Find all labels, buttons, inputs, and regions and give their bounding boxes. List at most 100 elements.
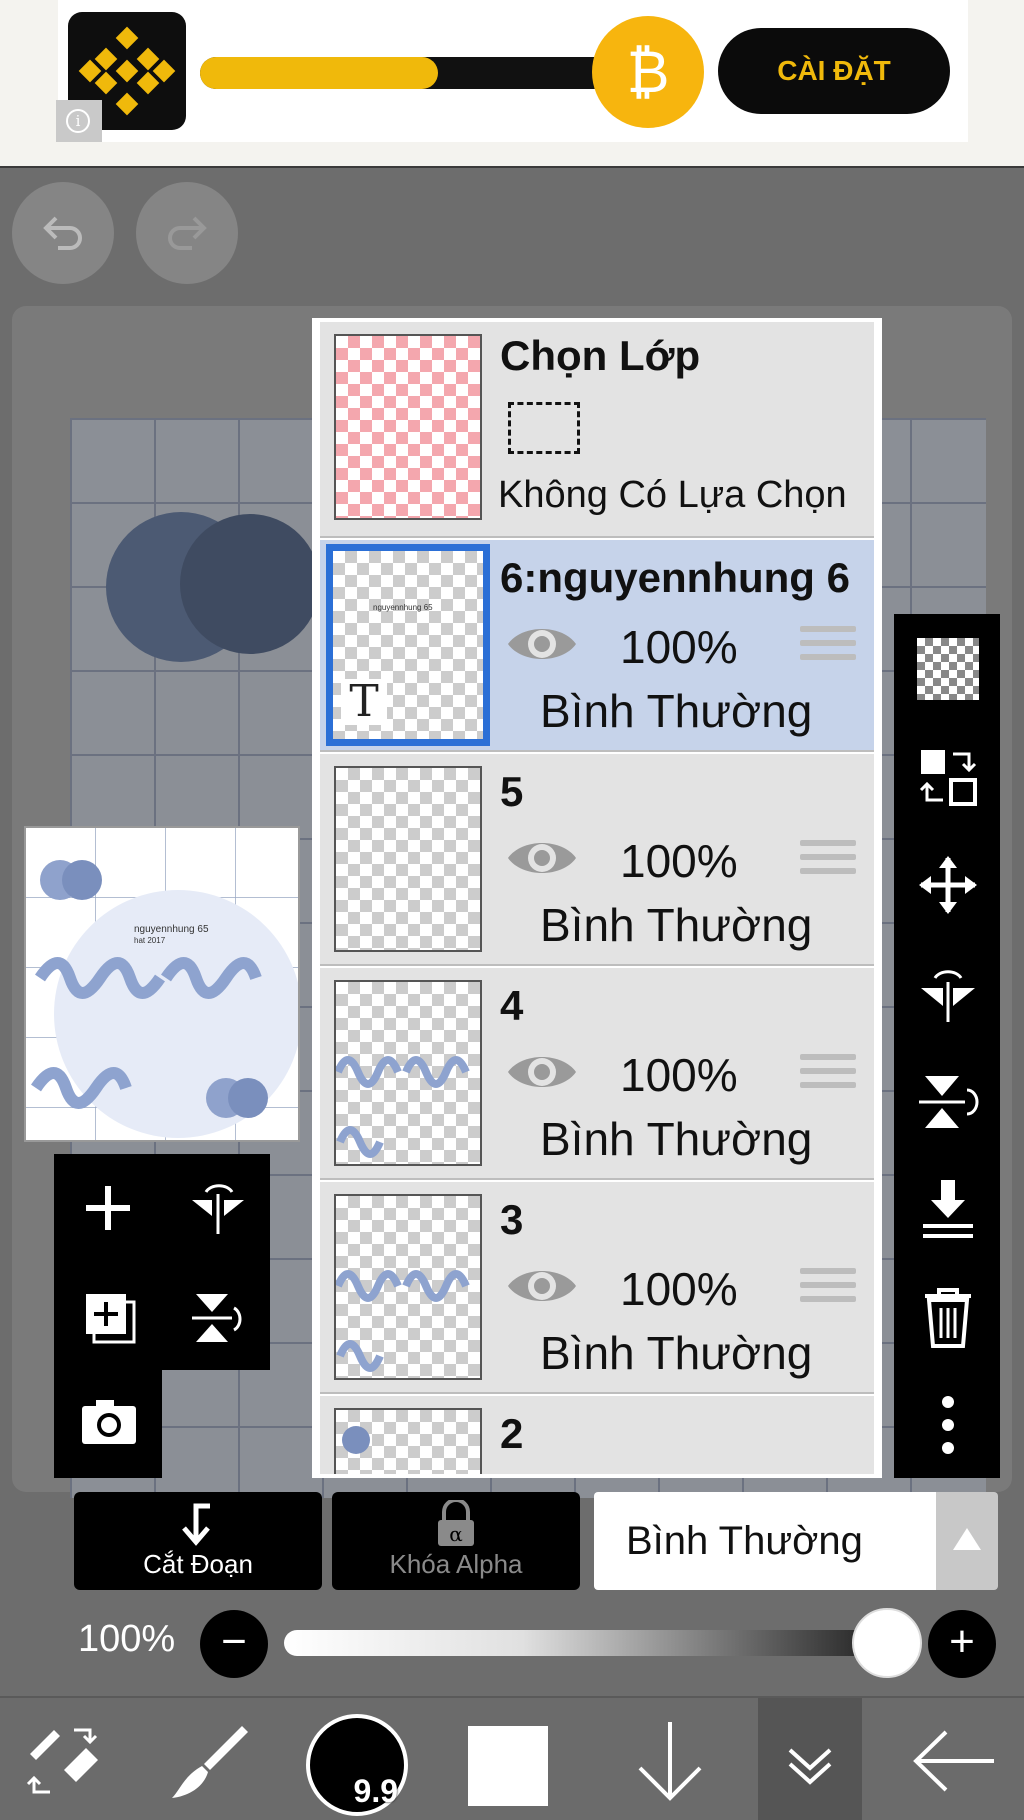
selection-layer[interactable]: Chọn Lớp Không Có Lựa Chọn: [320, 322, 874, 538]
color-swatch[interactable]: [468, 1726, 548, 1806]
layer-thumbnail: nguyennhung 65 T: [326, 544, 490, 746]
clip-arrow-icon: [182, 1503, 210, 1546]
eye-icon[interactable]: [504, 1046, 580, 1103]
drag-handle-icon[interactable]: [800, 1054, 856, 1096]
more-vertical-icon: [942, 1396, 954, 1454]
alpha-lock-label: Khóa Alpha: [389, 1549, 523, 1579]
drag-handle-icon[interactable]: [800, 626, 856, 668]
layer-name: 4: [500, 982, 524, 1029]
opacity-decrease-button[interactable]: −: [200, 1610, 268, 1678]
brush-eraser-swap-icon: [26, 1728, 98, 1794]
flip-horizontal-button[interactable]: [162, 1154, 270, 1262]
plus-icon: [86, 1186, 130, 1230]
camera-button[interactable]: [54, 1370, 162, 1478]
app-root: i ₿ CÀI ĐẶT nguyennhung 65 hat 2017 Chọn…: [0, 0, 1024, 1820]
eye-icon[interactable]: [504, 832, 580, 889]
ad-content[interactable]: i ₿ CÀI ĐẶT: [56, 0, 968, 142]
swap-icon: [919, 750, 977, 806]
layer-row[interactable]: 4 100% Bình Thường: [320, 968, 874, 1180]
layer-name: 5: [500, 768, 524, 815]
camera-panel: [54, 1370, 162, 1478]
svg-text:α: α: [449, 1522, 463, 1546]
eye-icon[interactable]: [504, 618, 580, 675]
layer-row[interactable]: nguyennhung 65 T 6:nguyennhung 6 100% Bình T…: [320, 540, 874, 752]
navigator-preview[interactable]: nguyennhung 65 hat 2017: [24, 826, 300, 1142]
transparency-button[interactable]: [894, 614, 1000, 722]
layer-opacity: 100%: [620, 1263, 738, 1315]
install-button[interactable]: CÀI ĐẶT: [718, 28, 950, 114]
arrow-down-icon: [638, 1722, 702, 1801]
canvas-circle: [180, 514, 320, 654]
layer-opacity: 100%: [620, 1049, 738, 1101]
layer-blend-mode: Bình Thường: [540, 1113, 813, 1165]
bitcoin-icon: ₿: [592, 16, 704, 128]
flip-vertical-icon: [919, 1076, 979, 1128]
blend-mode-select[interactable]: Bình Thường: [594, 1492, 936, 1590]
back-button[interactable]: [910, 1698, 1010, 1820]
flip-horizontal-icon: [192, 1184, 244, 1234]
bottom-toolbar: 9.9: [0, 1696, 1024, 1820]
camera-icon: [82, 1400, 136, 1444]
drag-handle-icon[interactable]: [800, 1268, 856, 1310]
add-layer-button[interactable]: [54, 1154, 162, 1262]
opacity-increase-button[interactable]: +: [928, 1610, 996, 1678]
layer-name: 2: [500, 1410, 524, 1457]
down-arrow-button[interactable]: [620, 1698, 720, 1820]
layer-list-panel[interactable]: Chọn Lớp Không Có Lựa Chọn nguyennhung 6…: [312, 318, 882, 1478]
clipping-label: Cắt Đoạn: [143, 1549, 253, 1579]
layer-blend-mode: Bình Thường: [540, 899, 813, 951]
swap-layer-button[interactable]: [894, 722, 1000, 830]
layer-row[interactable]: 3 100% Bình Thường: [320, 1182, 874, 1394]
arrow-left-icon: [913, 1730, 994, 1792]
flip-vertical-button[interactable]: [162, 1262, 270, 1370]
layer-opacity: 100%: [620, 835, 738, 887]
eye-icon[interactable]: [504, 1474, 580, 1478]
layer-blend-mode: Bình Thường: [540, 1327, 813, 1379]
layer-row[interactable]: 5 100% Bình Thường: [320, 754, 874, 966]
move-icon: [919, 856, 977, 914]
clipping-button[interactable]: Cắt Đoạn: [74, 1492, 322, 1590]
layer-name: 6:nguyennhung 6: [500, 554, 850, 601]
brush-icon: [172, 1726, 248, 1798]
redo-button[interactable]: [136, 182, 238, 284]
ad-info-icon[interactable]: i: [56, 100, 102, 142]
opacity-label: 100%: [78, 1618, 176, 1660]
merge-down-icon: [923, 1180, 973, 1238]
alpha-lock-button[interactable]: α Khóa Alpha: [332, 1492, 580, 1590]
ad-progress-fill: [200, 57, 438, 89]
eye-icon[interactable]: [504, 1260, 580, 1317]
tool-switch-button[interactable]: [20, 1698, 110, 1820]
flip-vertical-right-button[interactable]: [894, 1046, 1000, 1154]
layer-thumbnail: [334, 1408, 482, 1474]
merge-down-button[interactable]: [894, 1154, 1000, 1262]
ad-banner[interactable]: i ₿ CÀI ĐẶT: [0, 0, 1024, 168]
redo-icon: [168, 216, 207, 250]
layer-opacity: 100%: [620, 621, 738, 673]
flip-horizontal-right-button[interactable]: [894, 938, 1000, 1046]
more-options-button[interactable]: [894, 1370, 1000, 1478]
checker-icon: [917, 638, 979, 700]
layers-button[interactable]: [758, 1698, 862, 1820]
opacity-slider[interactable]: [284, 1630, 880, 1656]
selection-layer-title: Chọn Lớp: [500, 332, 701, 379]
preview-caption-2: hat 2017: [134, 936, 166, 945]
move-button[interactable]: [894, 830, 1000, 938]
right-tool-column: [894, 614, 1000, 1478]
preview-caption: nguyennhung 65: [134, 924, 209, 935]
layer-opacity: 100%: [620, 1476, 738, 1478]
layer-thumbnail: [334, 766, 482, 952]
layer-thumbnail: [334, 1194, 482, 1380]
duplicate-layer-button[interactable]: [54, 1262, 162, 1370]
drag-handle-icon[interactable]: [800, 840, 856, 882]
layer-thumb-text: nguyennhung 65: [373, 603, 433, 612]
brush-size-value: 9.9: [353, 1773, 398, 1809]
undo-button[interactable]: [12, 182, 114, 284]
layer-row[interactable]: 2100%Bình Thường: [320, 1396, 874, 1478]
brush-button[interactable]: [160, 1698, 260, 1820]
delete-layer-button[interactable]: [894, 1262, 1000, 1370]
trash-icon: [925, 1288, 971, 1348]
opacity-slider-handle[interactable]: [852, 1608, 922, 1678]
brush-size-indicator[interactable]: 9.9: [306, 1714, 408, 1816]
selection-status: Không Có Lựa Chọn: [498, 474, 847, 516]
blend-mode-dropdown-button[interactable]: [936, 1492, 998, 1590]
